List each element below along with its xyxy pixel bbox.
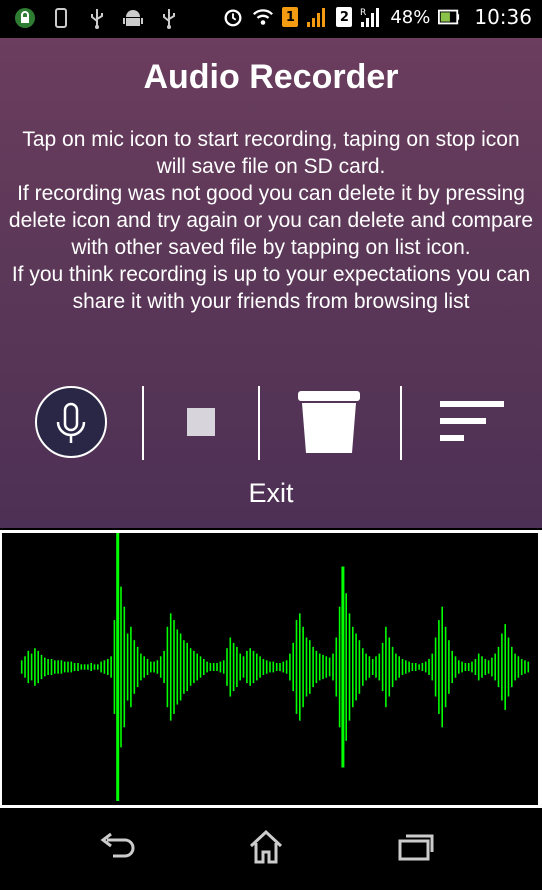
status-bar-right: 1 2 R 48% 10:36 [222,5,532,29]
nav-bar [0,808,542,890]
divider [258,386,260,460]
status-bar: 1 2 R 48% 10:36 [0,0,542,38]
app-panel: Audio Recorder Tap on mic icon to start … [0,38,542,528]
back-button[interactable] [88,826,148,872]
delete-button[interactable] [292,384,366,464]
sim1-icon: 1 [282,7,299,27]
sim2-icon: 2 [336,7,353,27]
wifi-icon [252,6,274,28]
home-button[interactable] [236,826,296,872]
sim2-label: 2 [339,9,349,25]
list-icon [436,399,506,449]
usb-icon [86,7,108,29]
recent-apps-icon [396,832,436,866]
app-title: Audio Recorder [143,58,399,96]
recent-apps-button[interactable] [386,826,446,872]
instruction-2: If recording was not good you can delete… [8,182,534,259]
mic-icon [34,385,108,463]
android-icon [122,7,144,29]
status-bar-left [14,7,180,29]
lock-icon [14,7,36,29]
list-button[interactable] [434,384,508,464]
svg-text:R: R [360,8,366,18]
phone-icon [50,7,72,29]
delete-icon [296,389,362,459]
battery-percent: 48% [390,6,431,28]
clock: 10:36 [474,5,532,29]
sim1-label: 1 [285,9,295,25]
instruction-1: Tap on mic icon to start recording, tapi… [22,128,520,178]
divider [400,386,402,460]
stop-icon [186,407,216,441]
instructions: Tap on mic icon to start recording, tapi… [8,126,534,315]
stop-button[interactable] [170,384,232,464]
alarm-icon [222,6,244,28]
usb-icon [158,7,180,29]
waveform-display [2,533,538,805]
battery-icon [438,6,460,28]
record-button[interactable] [34,384,108,464]
instruction-3: If you think recording is up to your exp… [11,263,531,313]
signal-icon [306,6,328,28]
signal-roaming-icon: R [360,6,382,28]
back-icon [99,832,137,866]
waveform-svg [20,533,530,801]
home-icon [247,828,285,870]
exit-button[interactable]: Exit [0,478,542,509]
controls [0,384,542,464]
divider [142,386,144,460]
waveform-frame [0,530,542,808]
